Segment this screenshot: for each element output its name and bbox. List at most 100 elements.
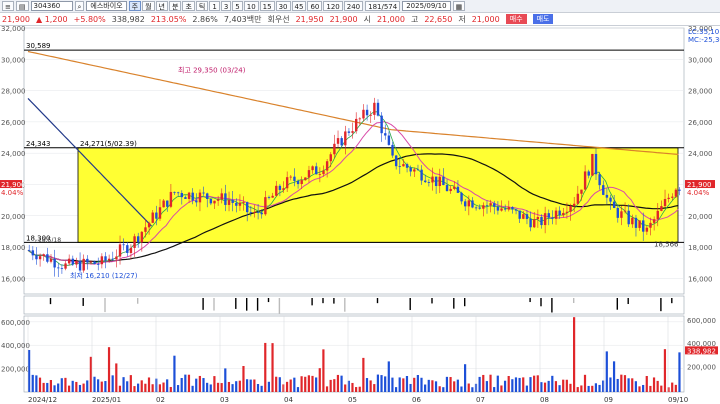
- chart-menu-icon[interactable]: ≡: [2, 1, 14, 11]
- candle-body: [224, 193, 227, 205]
- candle-body: [660, 206, 663, 211]
- candle-body: [322, 170, 325, 175]
- volume-bar: [351, 382, 354, 392]
- candle-body: [118, 244, 122, 257]
- period-button-년[interactable]: 년: [155, 1, 168, 11]
- stock-name[interactable]: 에스바이오: [86, 1, 127, 11]
- candle-body: [206, 193, 209, 199]
- volume-bar: [278, 377, 281, 392]
- volume-bar: [434, 381, 438, 392]
- volume-bar: [674, 384, 677, 392]
- volume-bar: [587, 385, 590, 392]
- volume-bar: [64, 377, 67, 392]
- period-button-분[interactable]: 분: [168, 1, 182, 11]
- signal-bar: [616, 298, 618, 310]
- candle-body: [195, 200, 198, 203]
- candle-body: [369, 114, 372, 116]
- signal-bar: [256, 298, 259, 311]
- volume-bar: [671, 382, 674, 392]
- candle-body: [155, 212, 158, 219]
- candle-body: [140, 231, 144, 243]
- volume-bar: [485, 381, 488, 392]
- signal-bar: [529, 298, 531, 303]
- volume-bar: [467, 383, 470, 392]
- candle-body: [376, 102, 380, 116]
- candle-body: [100, 256, 104, 265]
- volume-bar: [427, 379, 430, 392]
- volume-bar: [358, 386, 361, 392]
- calendar-icon[interactable]: ▦: [452, 1, 466, 11]
- candle-body: [184, 197, 187, 199]
- signal-bar: [464, 298, 466, 307]
- candle-body: [275, 185, 278, 196]
- candle-body: [405, 164, 409, 168]
- period-button-월[interactable]: 월: [142, 1, 155, 11]
- candle-body: [104, 256, 107, 261]
- volume-bar: [231, 384, 234, 392]
- volume-bar: [569, 383, 572, 392]
- right-label-mc: MC:-25,30: [688, 36, 720, 44]
- volume-bar: [162, 382, 165, 392]
- volume-bar: [387, 361, 390, 392]
- period-button-틱[interactable]: 틱: [195, 1, 209, 11]
- candle-body: [569, 206, 572, 212]
- candle-body: [187, 192, 191, 199]
- period-button-5[interactable]: 5: [232, 1, 243, 11]
- volume-bar: [616, 378, 619, 392]
- candle-body: [296, 180, 300, 185]
- candle-body: [198, 192, 202, 203]
- candle-body: [351, 131, 354, 133]
- period-button-30[interactable]: 30: [275, 1, 291, 11]
- period-button-60[interactable]: 60: [307, 1, 323, 11]
- volume-bar: [369, 380, 372, 392]
- period-button-120[interactable]: 120: [323, 1, 343, 11]
- sell-button[interactable]: 매도: [532, 14, 554, 24]
- volume-bar: [311, 375, 314, 392]
- y-tick-label: 28,000: [1, 88, 26, 96]
- period-button-3[interactable]: 3: [220, 1, 232, 11]
- candle-body: [605, 194, 609, 198]
- volume-bar: [325, 386, 329, 392]
- volume-bar: [293, 377, 296, 392]
- volume-bar: [609, 377, 612, 392]
- search-icon[interactable]: ⌕: [74, 1, 85, 11]
- candle-body: [602, 185, 605, 195]
- stock-code-input[interactable]: 304360: [30, 1, 73, 11]
- volume-bar: [93, 376, 96, 392]
- candle-body: [107, 258, 111, 261]
- candle-body: [311, 166, 314, 171]
- candle-body: [464, 201, 467, 207]
- volume-bar: [213, 376, 216, 392]
- volume-bar: [216, 382, 220, 392]
- candle-body: [293, 176, 296, 181]
- volume-bar: [562, 379, 565, 392]
- candle-body: [522, 214, 525, 219]
- candle-body: [300, 180, 303, 185]
- period-button-45[interactable]: 45: [291, 1, 307, 11]
- period-button-1[interactable]: 1: [209, 1, 220, 11]
- chart-type-icon[interactable]: ▤: [15, 1, 29, 11]
- volume-bar: [31, 374, 34, 392]
- volume-bar: [118, 385, 122, 392]
- buy-button[interactable]: 매수: [505, 14, 527, 24]
- period-button-주[interactable]: 주: [128, 1, 142, 11]
- period-button-15[interactable]: 15: [259, 1, 275, 11]
- volume-bar: [547, 380, 550, 392]
- volume-bar: [238, 380, 241, 392]
- volume-bar: [67, 385, 71, 392]
- candle-body: [398, 166, 401, 167]
- volume-bar: [35, 375, 38, 392]
- period-button-초[interactable]: 초: [182, 1, 195, 11]
- volume-bar: [355, 387, 358, 392]
- volume-bar: [57, 383, 60, 392]
- volume-bar: [264, 342, 267, 392]
- volume-bar: [166, 379, 169, 392]
- volume-bar: [580, 385, 583, 392]
- date-field[interactable]: 2025/09/10: [402, 1, 451, 11]
- period-button-240[interactable]: 240: [343, 1, 364, 11]
- candle-body: [489, 203, 492, 206]
- x-tick-label: 08: [540, 396, 549, 404]
- period-button-10[interactable]: 10: [243, 1, 259, 11]
- stock-chart[interactable]: 32,000 32,00030,000 30,00028,000 28,00026,0…: [0, 26, 720, 404]
- candle-body: [540, 217, 543, 226]
